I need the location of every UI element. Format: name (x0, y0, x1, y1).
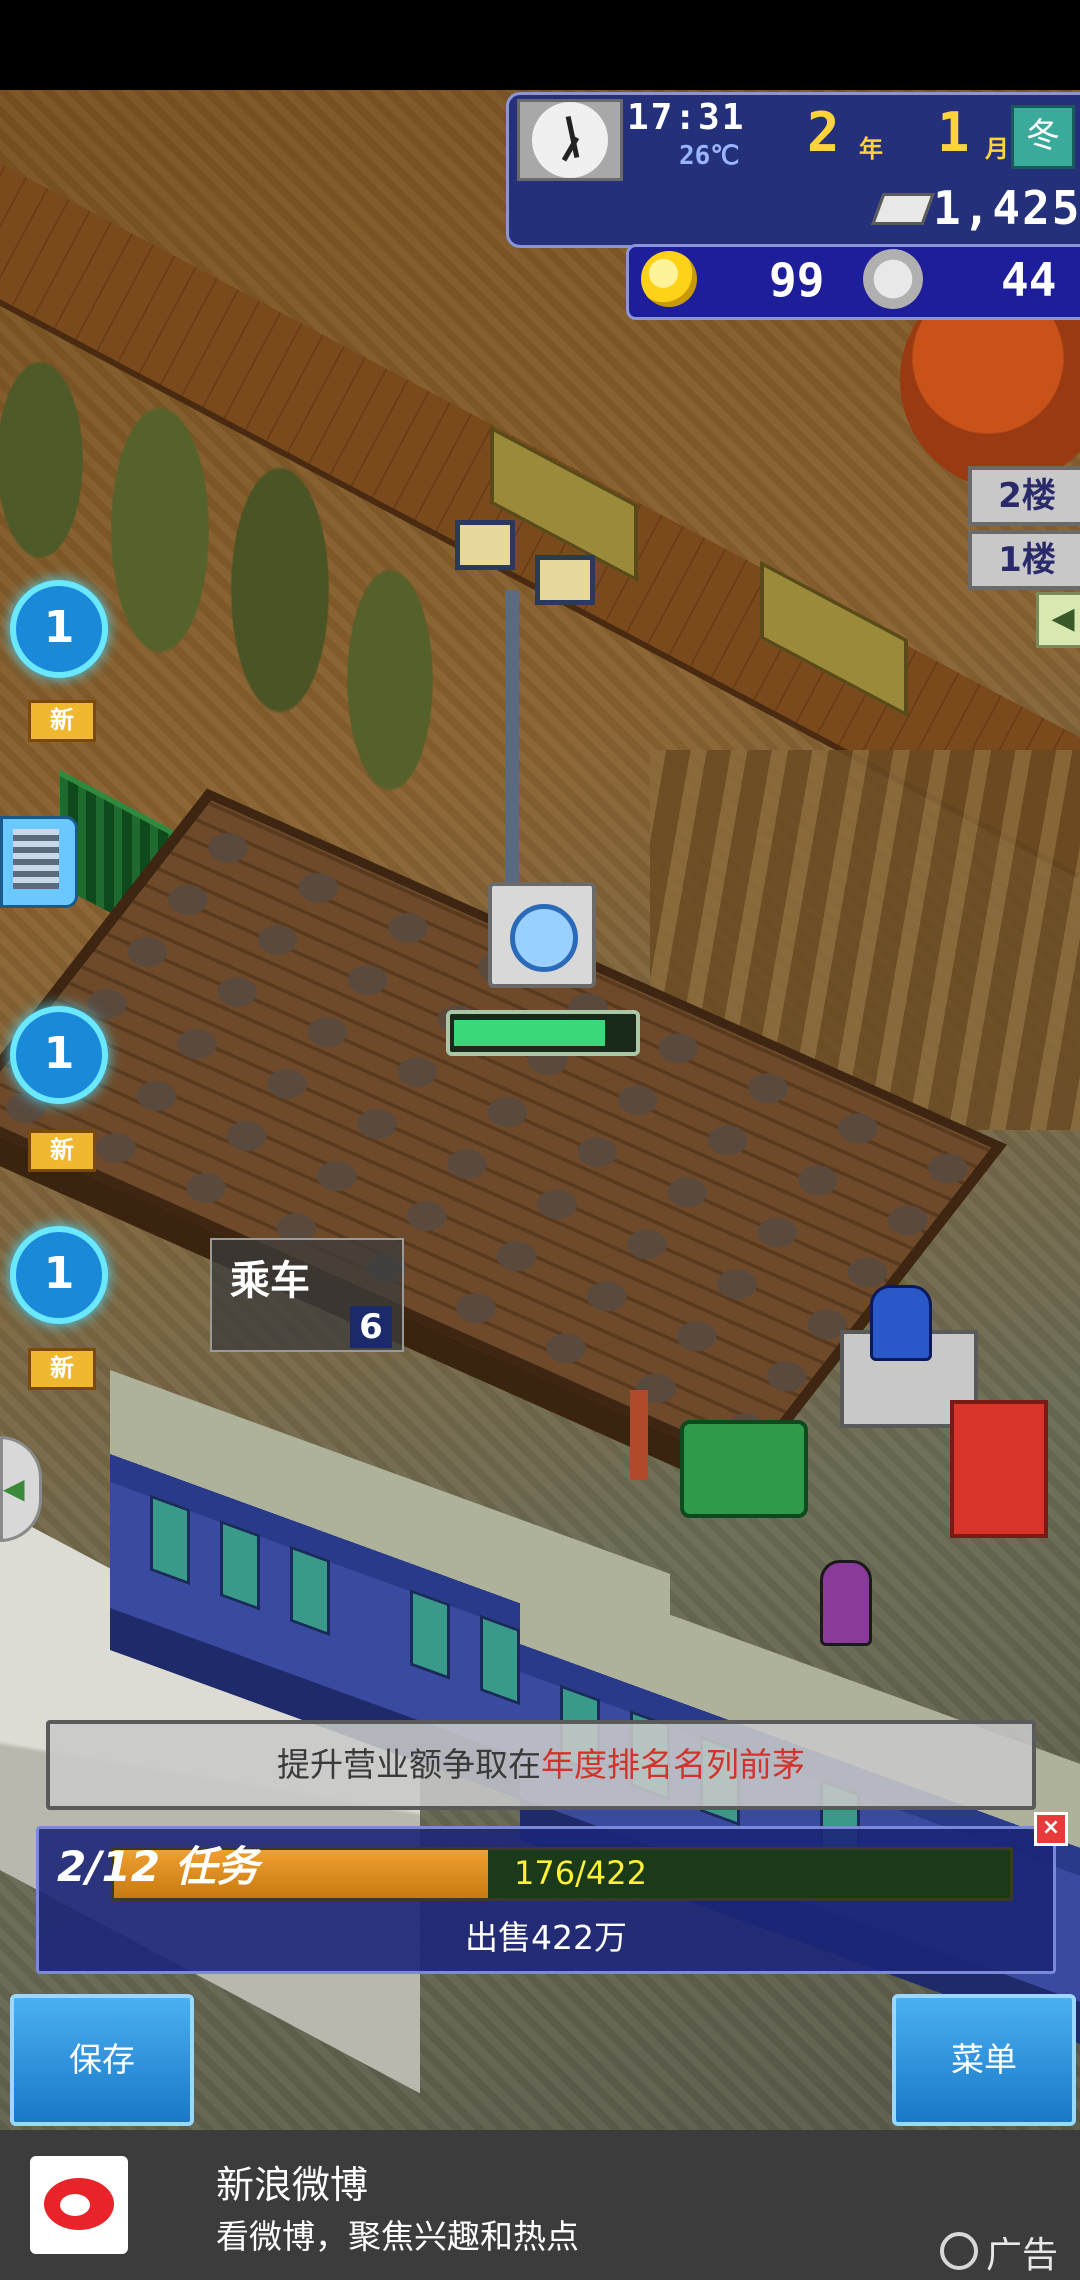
task-header: 2/12 任务 (57, 1842, 259, 1891)
station-staff[interactable] (870, 1285, 932, 1361)
train-window (480, 1614, 520, 1706)
construction-progress-fill (454, 1020, 606, 1046)
stopwatch-icon[interactable] (488, 882, 596, 988)
train-window (410, 1589, 450, 1680)
floor-1-button[interactable]: 1楼 (968, 530, 1080, 590)
new-badge: 新 (28, 700, 96, 742)
floor-2-button[interactable]: 2楼 (968, 466, 1080, 526)
stopwatch-face (510, 904, 578, 972)
game-scene[interactable] (0, 90, 1080, 2130)
passenger[interactable] (820, 1560, 872, 1646)
lamp-light (455, 520, 515, 570)
notification-bubble[interactable]: 1 (10, 1006, 108, 1104)
platform-pillar (630, 1390, 648, 1480)
close-icon[interactable]: × (1034, 1812, 1068, 1846)
month-unit: 月 (985, 135, 1009, 163)
task-description: 出售422万 (465, 1918, 627, 1957)
weibo-logo-icon (30, 2156, 128, 2254)
ad-label: 广告 (986, 2235, 1059, 2276)
medal-icon (863, 249, 923, 309)
ad-indicator-icon (940, 2232, 978, 2270)
lamp-post (505, 590, 519, 930)
boarding-title: 乘车 (230, 1258, 310, 1304)
money-icon (871, 193, 935, 225)
banner-text: 提升营业额争取在 (277, 1745, 541, 1784)
objective-banner: 提升营业额争取在年度排名名列前茅 (46, 1720, 1036, 1810)
ad-title: 新浪微博 (216, 2163, 369, 2207)
notification-bubble[interactable]: 1 (10, 580, 108, 678)
expand-right-icon[interactable]: ◀ (1036, 592, 1080, 648)
train-window (220, 1520, 260, 1611)
clock-icon (517, 99, 623, 181)
month-value: 1 (937, 101, 970, 164)
notification-bubble[interactable]: 1 (10, 1226, 108, 1324)
task-progress-text: 176/422 (514, 1854, 647, 1892)
ad-subtitle: 看微博，聚焦兴趣和热点 (216, 2217, 579, 2256)
boarding-count: 6 (350, 1306, 392, 1348)
money-text: 1,425 (933, 181, 1080, 235)
banner-highlight: 年度排名名列前茅 (541, 1745, 805, 1784)
lightbulb-icon (641, 251, 697, 307)
menu-button[interactable]: 菜单 (892, 1994, 1076, 2126)
time-text: 17:31 (627, 97, 746, 138)
idea-points-text: 99 (769, 253, 825, 307)
boarding-label[interactable]: 乘车 6 (210, 1238, 404, 1352)
year-value: 2 (807, 101, 840, 164)
time-date-panel[interactable]: 17:31 26℃ 2 年 1 月 冬 1,425 (506, 92, 1080, 248)
new-badge: 新 (28, 1130, 96, 1172)
medals-text: 44 (1001, 253, 1057, 307)
task-panel[interactable]: 176/422 2/12 任务 出售422万 (36, 1826, 1056, 1974)
building-icon[interactable] (0, 816, 78, 908)
train-window (150, 1494, 190, 1586)
save-button[interactable]: 保存 (10, 1994, 194, 2126)
year-unit: 年 (859, 135, 883, 163)
season-icon: 冬 (1011, 105, 1075, 169)
building-icon-windows (13, 829, 59, 889)
weibo-logo-eye (60, 2194, 90, 2216)
construction-progress-bar (446, 1010, 640, 1056)
temperature-text: 26℃ (679, 141, 740, 171)
resource-panel[interactable]: 99 44 (626, 244, 1080, 320)
vending-machine[interactable] (950, 1400, 1048, 1538)
lamp-light (535, 555, 595, 605)
new-badge: 新 (28, 1348, 96, 1390)
bench[interactable] (680, 1420, 808, 1518)
train-window (290, 1545, 330, 1637)
status-bar (0, 0, 1080, 90)
ad-banner[interactable]: 新浪微博 看微博，聚焦兴趣和热点 广告 (0, 2130, 1080, 2280)
